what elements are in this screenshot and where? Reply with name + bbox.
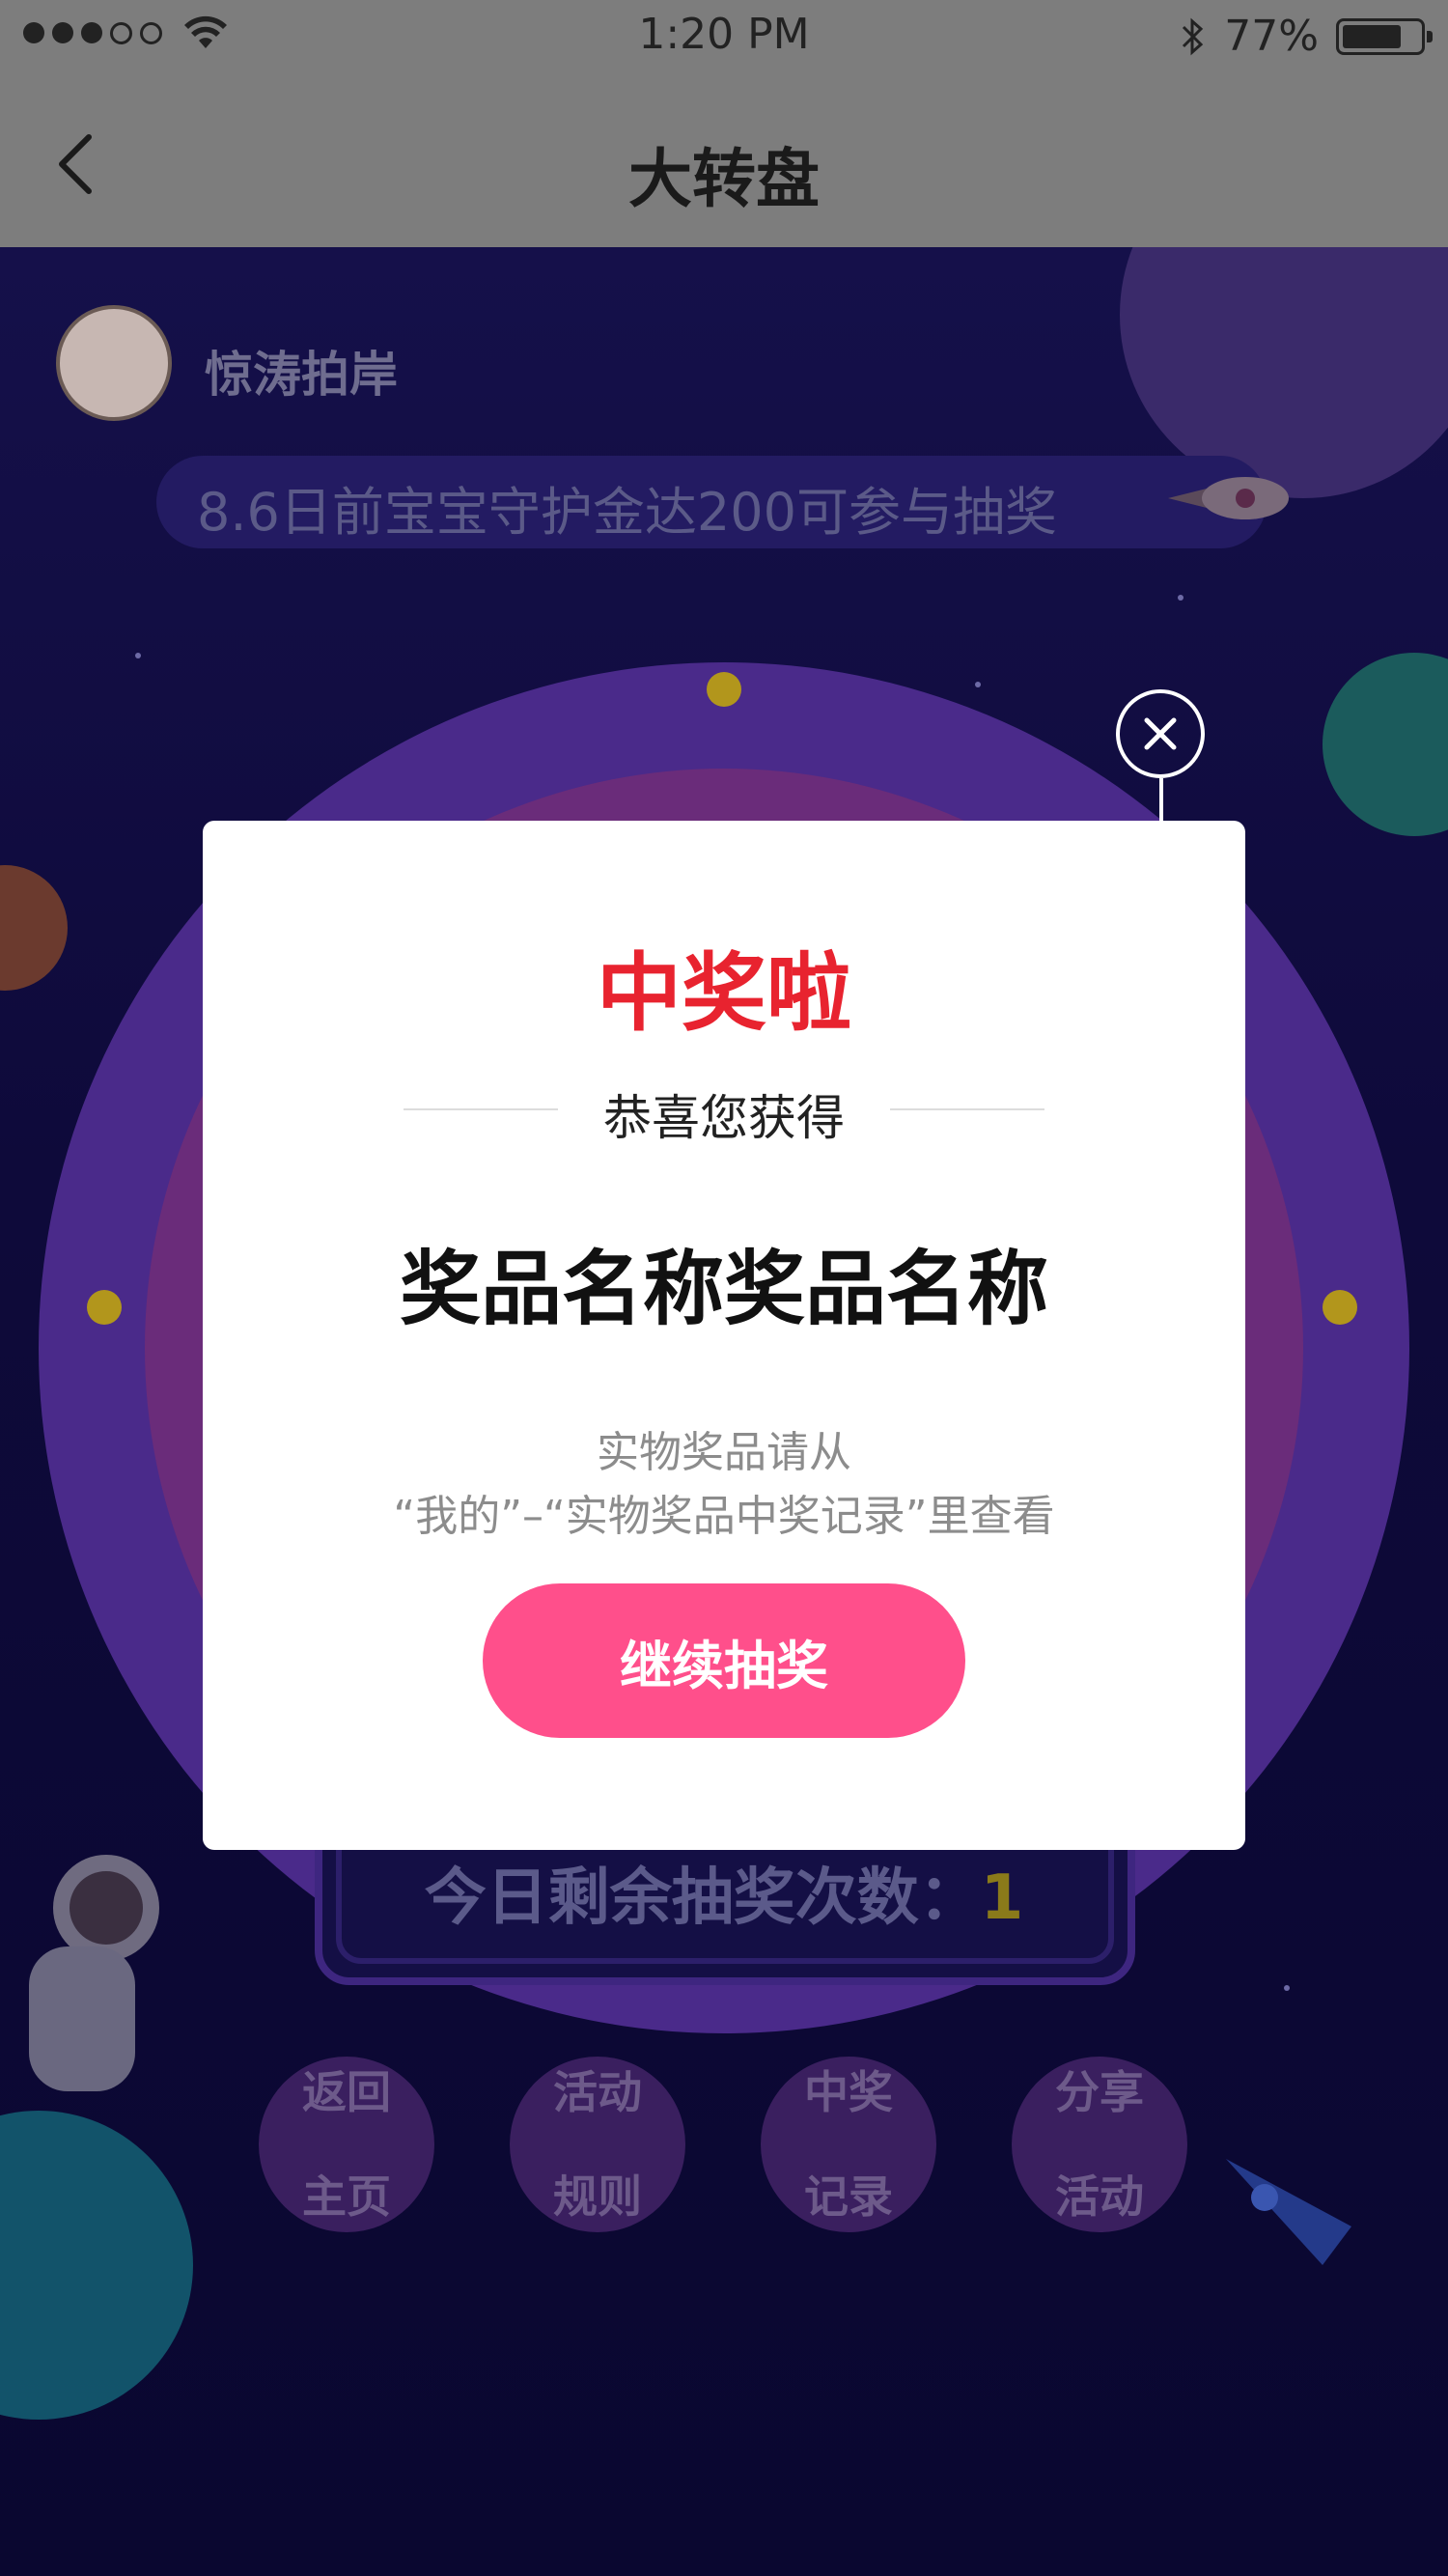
username: 惊涛拍岸 — [205, 347, 398, 403]
rocket-icon — [1168, 477, 1289, 519]
battery-percent: 77% — [1224, 12, 1319, 61]
remaining-draws-count: 1 — [980, 1862, 1024, 1934]
divider — [890, 1108, 1044, 1110]
wheel-bulb — [1323, 1290, 1357, 1325]
share-button[interactable]: 分享 活动 — [1012, 2057, 1187, 2232]
dialog-subtitle: 恭喜您获得 — [603, 1090, 845, 1146]
prize-hint-line1: 实物奖品请从 — [597, 1428, 851, 1477]
rules-button-line2: 规则 — [553, 2170, 642, 2223]
rules-button-line1: 活动 — [553, 2066, 642, 2118]
records-button[interactable]: 中奖 记录 — [761, 2057, 936, 2232]
share-button-line2: 活动 — [1055, 2170, 1144, 2223]
continue-draw-button[interactable]: 继续抽奖 — [483, 1583, 965, 1738]
remaining-draws-text: 今日剩余抽奖次数：1 — [0, 1848, 1448, 1937]
close-connector — [1159, 778, 1163, 821]
battery-fill — [1343, 24, 1401, 48]
close-button[interactable] — [1116, 689, 1205, 778]
close-icon — [1144, 717, 1177, 750]
planet-decoration — [0, 865, 68, 991]
records-button-line2: 记录 — [804, 2170, 893, 2223]
home-button-line2: 主页 — [302, 2170, 391, 2223]
remaining-draws-label: 今日剩余抽奖次数： — [424, 1862, 981, 1934]
wheel-bulb — [707, 672, 741, 707]
records-button-line1: 中奖 — [804, 2066, 893, 2118]
share-button-line1: 分享 — [1055, 2066, 1144, 2118]
nav-bar: 大转盘 — [0, 77, 1448, 249]
dialog-subtitle-row: 恭喜您获得 — [203, 1079, 1245, 1146]
rocket-illustration — [1226, 2159, 1351, 2265]
rules-button[interactable]: 活动 规则 — [510, 2057, 685, 2232]
home-button[interactable]: 返回 主页 — [259, 2057, 434, 2232]
dialog-title: 中奖啦 — [596, 943, 851, 1043]
planet-decoration — [1323, 653, 1448, 836]
star — [1178, 595, 1183, 601]
battery-icon — [1336, 17, 1433, 55]
page-title: 大转盘 — [628, 142, 820, 216]
bluetooth-icon — [1183, 17, 1204, 55]
prize-dialog: 中奖啦 恭喜您获得 奖品名称奖品名称 实物奖品请从 “我的”–“实物奖品中奖记录… — [203, 821, 1245, 1850]
status-bar: 1:20 PM 77% — [0, 0, 1448, 77]
star — [135, 653, 141, 658]
star — [1284, 1985, 1290, 1991]
notice-text: 8.6日前宝宝守护金达200可参与抽奖 — [197, 482, 1057, 543]
prize-hint-line2: “我的”–“实物奖品中奖记录”里查看 — [393, 1492, 1055, 1541]
prize-name: 奖品名称奖品名称 — [399, 1242, 1048, 1336]
avatar[interactable] — [56, 305, 172, 421]
home-button-line1: 返回 — [302, 2066, 391, 2118]
star — [975, 682, 981, 687]
wheel-bulb — [87, 1290, 122, 1325]
